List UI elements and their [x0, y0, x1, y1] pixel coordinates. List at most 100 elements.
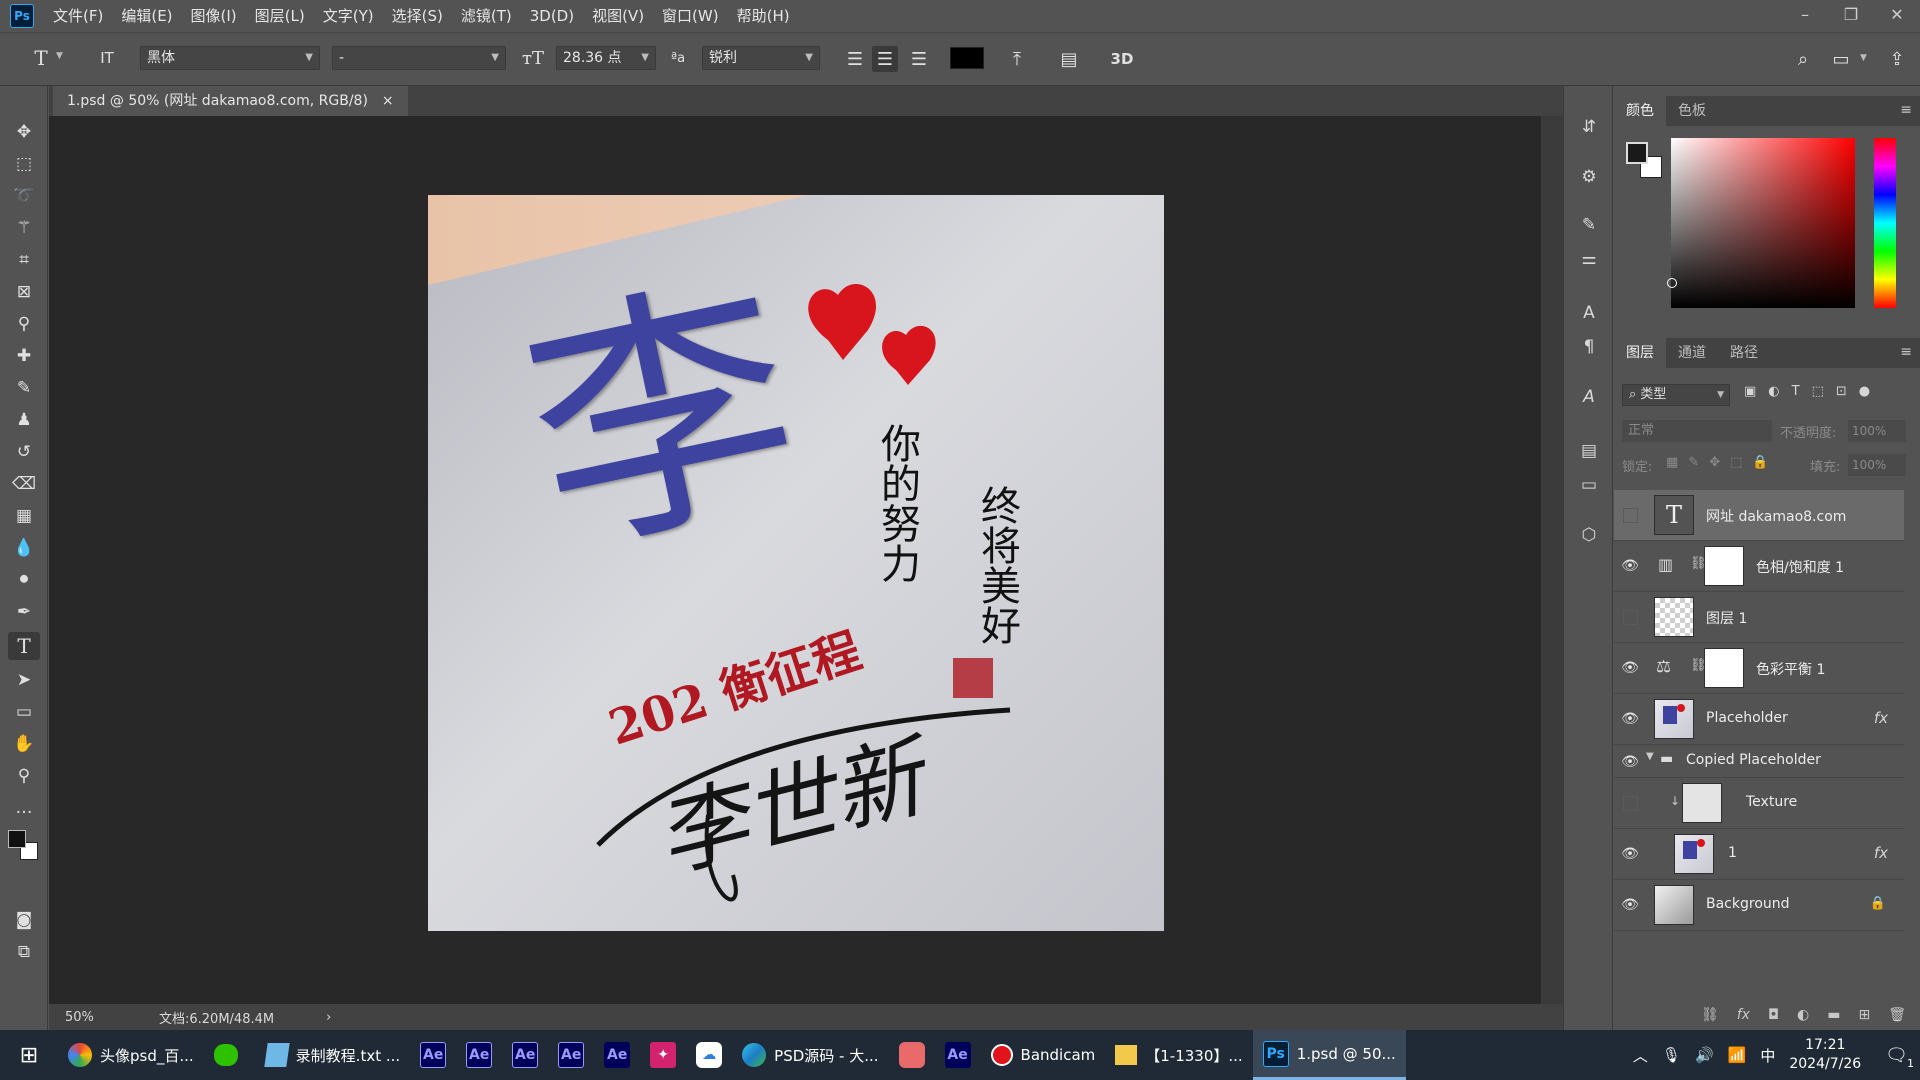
lock-transparent-icon[interactable]: ▦ — [1666, 455, 1678, 470]
chevron-down-icon[interactable]: ▼ — [1646, 751, 1654, 762]
artwork-canvas[interactable]: 李 你的努力 终将美好 202 衡征程 李世新 — [428, 195, 1164, 931]
frame-tool-icon[interactable]: ⊠ — [8, 278, 40, 306]
marquee-tool-icon[interactable]: ⬚ — [8, 150, 40, 178]
layer-group-row[interactable]: 👁 ▼ ▬ Copied Placeholder — [1614, 745, 1904, 778]
clock[interactable]: 17:21 2024/7/26 — [1789, 1036, 1861, 1074]
dodge-tool-icon[interactable]: ⚫ — [8, 566, 40, 594]
taskbar-item-bandicam[interactable]: Bandicam — [981, 1030, 1106, 1080]
tab-layers[interactable]: 图层 — [1614, 338, 1666, 368]
lock-image-icon[interactable]: ✎ — [1688, 455, 1699, 470]
magic-wand-tool-icon[interactable]: ⚚ — [8, 214, 40, 242]
libraries-icon[interactable]: ▤ — [1576, 438, 1602, 464]
pen-tool-icon[interactable]: ✒ — [8, 598, 40, 626]
healing-brush-tool-icon[interactable]: ✚ — [8, 342, 40, 370]
foreground-color-chip[interactable] — [1626, 142, 1648, 164]
menu-window[interactable]: 窗口(W) — [653, 0, 728, 32]
vertical-scrollbar[interactable] — [1541, 116, 1563, 1004]
taskbar-item-ae-1[interactable]: Ae — [410, 1030, 456, 1080]
rectangle-tool-icon[interactable]: ▭ — [8, 698, 40, 726]
taskbar-item-ae-4[interactable]: Ae — [548, 1030, 594, 1080]
brush-settings-icon[interactable]: ✎ — [1576, 212, 1602, 238]
more-tools-icon[interactable]: … — [8, 794, 40, 822]
layer-row[interactable]: 图层 1 — [1614, 592, 1904, 643]
type-tool-icon[interactable]: T — [8, 632, 40, 660]
gradient-tool-icon[interactable]: ▦ — [8, 502, 40, 530]
menu-filter[interactable]: 滤镜(T) — [452, 0, 521, 32]
eraser-tool-icon[interactable]: ⌫ — [8, 470, 40, 498]
align-center-icon[interactable]: ☰ — [872, 46, 898, 72]
new-group-icon[interactable]: ▬ — [1827, 1007, 1840, 1023]
layer-row[interactable]: T 网址 dakamao8.com — [1614, 490, 1904, 541]
visibility-toggle[interactable] — [1618, 503, 1642, 527]
blur-tool-icon[interactable]: 💧 — [8, 534, 40, 562]
notes-icon[interactable]: ▭ — [1576, 472, 1602, 498]
quick-mask-icon[interactable]: ◙ — [8, 906, 40, 934]
history-brush-tool-icon[interactable]: ↺ — [8, 438, 40, 466]
tab-paths[interactable]: 路径 — [1718, 338, 1770, 368]
layer-row[interactable]: 👁 ⚖ ⛓ 色彩平衡 1 — [1614, 643, 1904, 694]
align-left-icon[interactable]: ☰ — [842, 46, 868, 72]
taskbar-item-ae-5[interactable]: Ae — [594, 1030, 640, 1080]
character-icon[interactable]: A — [1576, 300, 1602, 326]
paragraph-icon[interactable]: ¶ — [1576, 334, 1602, 360]
text-orientation-icon[interactable]: IT — [94, 46, 120, 70]
microphone-icon[interactable]: 🎙 — [1662, 1046, 1681, 1064]
lock-all-icon[interactable]: 🔒 — [1752, 455, 1768, 470]
eye-icon[interactable]: 👁 — [1618, 750, 1642, 774]
move-tool-icon[interactable]: ✥ — [8, 118, 40, 146]
filter-type-icon[interactable]: T — [1792, 384, 1800, 399]
menu-type[interactable]: 文字(Y) — [314, 0, 383, 32]
workspace-icon[interactable]: ▭ — [1828, 46, 1854, 72]
panel-menu-icon[interactable]: ≡ — [1900, 344, 1912, 360]
lock-artboard-icon[interactable]: ⬚ — [1730, 455, 1742, 470]
eyedropper-tool-icon[interactable]: ⚲ — [8, 310, 40, 338]
font-style-select[interactable]: - ▼ — [332, 46, 506, 70]
eye-icon[interactable]: 👁 — [1618, 893, 1642, 917]
new-adjustment-layer-icon[interactable]: ◐ — [1797, 1007, 1809, 1023]
font-size-select[interactable]: 28.36 点 ▼ — [556, 46, 656, 70]
zoom-level[interactable]: 50% — [65, 1010, 145, 1025]
layer-effects-icon[interactable]: fx — [1874, 844, 1888, 862]
filter-pixel-icon[interactable]: ▣ — [1744, 384, 1756, 399]
taskbar-item-wechat[interactable] — [204, 1030, 256, 1080]
color-field[interactable] — [1667, 138, 1855, 308]
status-menu-arrow[interactable]: › — [326, 1010, 331, 1025]
taskbar-item-image-viewer[interactable] — [889, 1030, 935, 1080]
taskbar-item-browser[interactable]: 头像psd_百... — [58, 1030, 204, 1080]
menu-file[interactable]: 文件(F) — [44, 0, 112, 32]
search-icon[interactable]: ⌕ — [1790, 46, 1816, 72]
minimize-button[interactable]: – — [1782, 0, 1828, 28]
restore-button[interactable]: ❐ — [1828, 0, 1874, 28]
hand-tool-icon[interactable]: ✋ — [8, 730, 40, 758]
visibility-toggle[interactable] — [1618, 605, 1642, 629]
lasso-tool-icon[interactable]: ➰ — [8, 182, 40, 210]
tab-swatches[interactable]: 色板 — [1666, 96, 1718, 126]
share-icon[interactable]: ⇪ — [1884, 46, 1910, 72]
filter-smart-object-icon[interactable]: ⊡ — [1836, 384, 1847, 399]
trash-icon[interactable]: 🗑 — [1888, 1007, 1906, 1023]
color-swatches[interactable] — [8, 830, 38, 864]
adjustments-icon[interactable]: ⚌ — [1576, 246, 1602, 272]
color-picker-cursor[interactable] — [1667, 278, 1677, 288]
add-mask-icon[interactable]: ◘ — [1768, 1007, 1779, 1023]
menu-3d[interactable]: 3D(D) — [521, 0, 583, 32]
menu-layer[interactable]: 图层(L) — [246, 0, 314, 32]
font-family-select[interactable]: 黑体 ▼ — [140, 46, 320, 70]
zoom-tool-icon[interactable]: ⚲ — [8, 762, 40, 790]
taskbar-item-explorer[interactable]: 【1-1330】... — [1105, 1030, 1252, 1080]
document-tab[interactable]: 1.psd @ 50% (网址 dakamao8.com, RGB/8) × — [53, 86, 408, 116]
taskbar-item-photoshop[interactable]: Ps 1.psd @ 50... — [1252, 1030, 1406, 1080]
tab-channels[interactable]: 通道 — [1666, 338, 1718, 368]
properties-panel-icon[interactable]: ⚙ — [1576, 164, 1602, 190]
brush-tool-icon[interactable]: ✎ — [8, 374, 40, 402]
align-right-icon[interactable]: ☰ — [906, 46, 932, 72]
menu-image[interactable]: 图像(I) — [182, 0, 246, 32]
path-selection-tool-icon[interactable]: ➤ — [8, 666, 40, 694]
opacity-field[interactable]: 100% — [1848, 420, 1906, 442]
glyphs-icon[interactable]: A — [1576, 384, 1602, 410]
chevron-up-icon[interactable]: ︿ — [1633, 1045, 1648, 1066]
lock-position-icon[interactable]: ✥ — [1709, 455, 1720, 470]
filter-shape-icon[interactable]: ⬚ — [1812, 384, 1824, 399]
taskbar-item-ae-6[interactable]: Ae — [935, 1030, 981, 1080]
character-panel-icon[interactable]: ▤ — [1056, 46, 1082, 72]
